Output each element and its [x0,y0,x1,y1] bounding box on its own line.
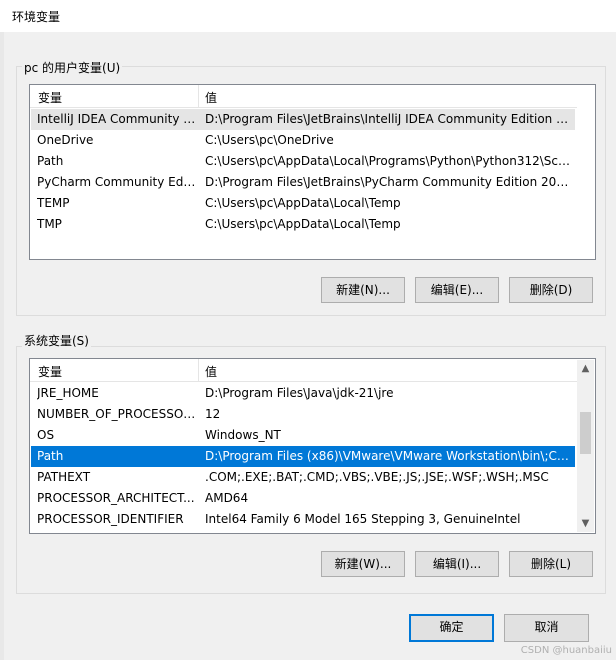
scroll-up-icon[interactable]: ▲ [577,360,594,377]
variable-value: Windows_NT [205,428,281,442]
watermark: CSDN @huanbaiiu [520,645,612,656]
variable-name: IntelliJ IDEA Community E... [37,112,197,126]
table-row[interactable]: PyCharm Community Editi... D:\Program Fil… [31,172,575,193]
variable-value: C:\Users\pc\AppData\Local\Programs\Pytho… [205,154,571,168]
variable-name: Path [37,449,64,463]
table-row[interactable]: IntelliJ IDEA Community E... D:\Program F… [31,109,575,130]
user-vars-list[interactable]: 变量 值 IntelliJ IDEA Community E... D:\Prog… [29,84,596,260]
user-col-separator[interactable] [198,85,199,107]
table-row[interactable]: JRE_HOME D:\Program Files\Java\jdk-21\jre [31,383,575,404]
system-delete-button[interactable]: 删除(L) [509,551,593,577]
table-row[interactable]: NUMBER_OF_PROCESSORS 12 [31,404,575,425]
user-delete-button[interactable]: 删除(D) [509,277,593,303]
user-col-value-header[interactable]: 值 [205,89,217,106]
variable-name: TMP [37,217,62,231]
user-col-name-header[interactable]: 变量 [38,89,62,106]
user-vars-group-label: pc 的用户变量(U) [22,59,123,76]
background-edge [0,32,4,660]
table-row[interactable]: Path D:\Program Files (x86)\VMware\VMware… [31,446,575,467]
variable-value: .COM;.EXE;.BAT;.CMD;.VBS;.VBE;.JS;.JSE;.… [205,470,549,484]
variable-name: PATHEXT [37,470,91,484]
system-col-value-header[interactable]: 值 [205,363,217,380]
variable-name: OS [37,428,55,442]
system-vars-header: 变量 值 [30,359,577,382]
user-new-button[interactable]: 新建(N)... [321,277,405,303]
variable-value: D:\Program Files\Java\jdk-21\jre [205,386,394,400]
scroll-down-icon[interactable]: ▼ [577,515,594,532]
system-vars-list[interactable]: 变量 值 JRE_HOME D:\Program Files\Java\jdk-2… [29,358,596,534]
cancel-button[interactable]: 取消 [504,614,589,642]
user-vars-header: 变量 值 [30,85,577,108]
system-vars-scrollbar[interactable]: ▲ ▼ [577,360,594,532]
table-row[interactable]: Path C:\Users\pc\AppData\Local\Programs\P… [31,151,575,172]
variable-value: D:\Program Files (x86)\VMware\VMware Wor… [205,449,571,463]
variable-value: AMD64 [205,491,249,505]
variable-value: D:\Program Files\JetBrains\IntelliJ IDEA… [205,112,571,126]
system-vars-group-label: 系统变量(S) [22,332,91,349]
window-title: 环境变量 [12,10,61,24]
table-row[interactable]: PROCESSOR_IDENTIFIER Intel64 Family 6 Mod… [31,509,575,530]
variable-name: Path [37,154,64,168]
variable-value: 12 [205,407,221,421]
variable-name: NUMBER_OF_PROCESSORS [37,407,197,421]
variable-value: C:\Users\pc\AppData\Local\Temp [205,217,401,231]
table-row[interactable]: TMP C:\Users\pc\AppData\Local\Temp [31,214,575,235]
title-bar[interactable]: 环境变量 [0,0,616,32]
system-edit-button[interactable]: 编辑(I)... [415,551,499,577]
table-row[interactable]: PATHEXT .COM;.EXE;.BAT;.CMD;.VBS;.VBE;.JS… [31,467,575,488]
table-row[interactable]: PROCESSOR_ARCHITECT... AMD64 [31,488,575,509]
scroll-thumb[interactable] [580,412,591,454]
table-row[interactable]: TEMP C:\Users\pc\AppData\Local\Temp [31,193,575,214]
variable-name: PROCESSOR_IDENTIFIER [37,512,184,526]
variable-name: PROCESSOR_ARCHITECT... [37,491,195,505]
variable-name: TEMP [37,196,70,210]
table-row[interactable]: OS Windows_NT [31,425,575,446]
table-row[interactable]: OneDrive C:\Users\pc\OneDrive [31,130,575,151]
system-col-name-header[interactable]: 变量 [38,363,62,380]
variable-value: C:\Users\pc\OneDrive [205,133,334,147]
ok-button[interactable]: 确定 [409,614,494,642]
variable-name: OneDrive [37,133,94,147]
system-new-button[interactable]: 新建(W)... [321,551,405,577]
variable-name: JRE_HOME [37,386,99,400]
user-edit-button[interactable]: 编辑(E)... [415,277,499,303]
variable-value: D:\Program Files\JetBrains\PyCharm Commu… [205,175,571,189]
variable-name: PyCharm Community Editi... [37,175,197,189]
variable-value: Intel64 Family 6 Model 165 Stepping 3, G… [205,512,521,526]
variable-value: C:\Users\pc\AppData\Local\Temp [205,196,401,210]
system-col-separator[interactable] [198,359,199,381]
